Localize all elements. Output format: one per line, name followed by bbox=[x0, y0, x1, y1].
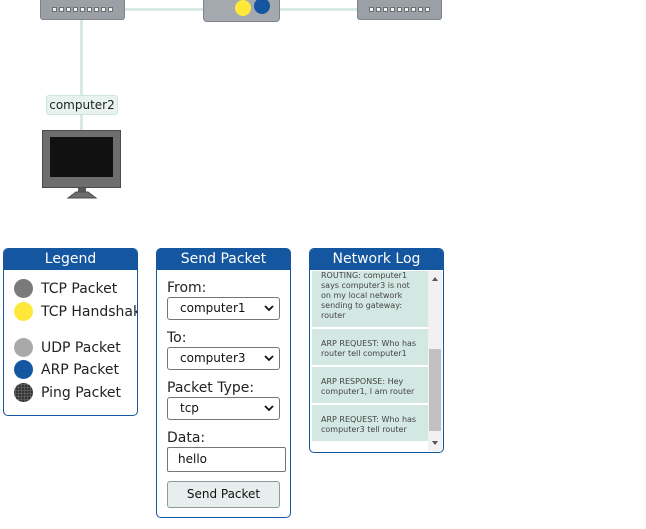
legend-item-label: Ping Packet bbox=[41, 384, 122, 401]
network-log-panel: Network Log ROUTING: computer1 says comp… bbox=[309, 248, 444, 453]
legend-item-label: TCP Handshake bbox=[41, 303, 137, 320]
to-label: To: bbox=[167, 330, 187, 346]
switch-left[interactable] bbox=[40, 0, 125, 20]
switch-right[interactable] bbox=[357, 0, 442, 20]
tcp-handshake-swatch-icon bbox=[14, 302, 33, 321]
log-entry: ARP REQUEST: Who has router tell compute… bbox=[312, 329, 428, 367]
packet-type-label: Packet Type: bbox=[167, 380, 255, 396]
packet-type-select[interactable]: tcp bbox=[167, 397, 280, 420]
network-log-title: Network Log bbox=[310, 249, 443, 270]
legend-item-ping-packet: Ping Packet bbox=[14, 383, 121, 402]
tcp-handshake-packet bbox=[235, 0, 251, 16]
network-log-list[interactable]: ROUTING: computer1 says computer3 is not… bbox=[312, 271, 428, 451]
legend-item-tcp-packet: TCP Packet bbox=[14, 279, 117, 298]
legend-item-tcp-handshake: TCP Handshake bbox=[14, 302, 137, 321]
network-link-switch-router bbox=[124, 8, 204, 11]
chevron-down-icon bbox=[264, 405, 274, 412]
data-input[interactable]: hello bbox=[167, 447, 286, 472]
send-packet-panel: Send Packet From: computer1 To: computer… bbox=[156, 248, 291, 518]
tcp-packet-swatch-icon bbox=[14, 279, 33, 298]
log-entry: ROUTING: computer1 says computer3 is not… bbox=[312, 271, 428, 329]
to-select-value: computer3 bbox=[180, 351, 246, 365]
packet-type-select-value: tcp bbox=[180, 401, 199, 415]
from-select[interactable]: computer1 bbox=[167, 297, 280, 320]
legend-title: Legend bbox=[4, 249, 137, 270]
chevron-down-icon bbox=[264, 355, 274, 362]
legend-panel: Legend TCP Packet TCP Handshake UDP Pack… bbox=[3, 248, 138, 416]
ping-packet-swatch-icon bbox=[14, 383, 33, 402]
monitor-stand-icon bbox=[62, 188, 102, 199]
legend-item-arp-packet: ARP Packet bbox=[14, 360, 119, 379]
from-label: From: bbox=[167, 280, 207, 296]
network-link-switch-computer2 bbox=[80, 20, 83, 96]
arp-packet-swatch-icon bbox=[14, 360, 33, 379]
log-entry: ARP RESPONSE: Hey computer1, I am router bbox=[312, 367, 428, 405]
computer2-label: computer2 bbox=[46, 95, 118, 115]
network-log-scrollbar[interactable] bbox=[428, 271, 442, 451]
log-entry: ARP REQUEST: Who has computer3 tell rout… bbox=[312, 405, 428, 443]
from-select-value: computer1 bbox=[180, 301, 246, 315]
send-packet-button[interactable]: Send Packet bbox=[167, 481, 280, 508]
legend-item-label: ARP Packet bbox=[41, 361, 119, 378]
legend-item-label: TCP Packet bbox=[41, 280, 118, 297]
legend-item-udp-packet: UDP Packet bbox=[14, 338, 121, 357]
network-link-label-computer2 bbox=[80, 115, 83, 131]
scrollbar-thumb[interactable] bbox=[429, 349, 441, 431]
legend-item-label: UDP Packet bbox=[41, 339, 121, 356]
send-packet-title: Send Packet bbox=[157, 249, 290, 270]
to-select[interactable]: computer3 bbox=[167, 347, 280, 370]
udp-packet-swatch-icon bbox=[14, 338, 33, 357]
network-link-router-switch bbox=[280, 8, 358, 11]
chevron-down-icon bbox=[264, 305, 274, 312]
scroll-up-arrow-icon[interactable] bbox=[428, 273, 442, 285]
computer2-monitor-icon[interactable] bbox=[42, 130, 121, 188]
data-label: Data: bbox=[167, 430, 206, 446]
scroll-down-arrow-icon[interactable] bbox=[428, 437, 442, 449]
monitor-screen bbox=[50, 137, 113, 177]
